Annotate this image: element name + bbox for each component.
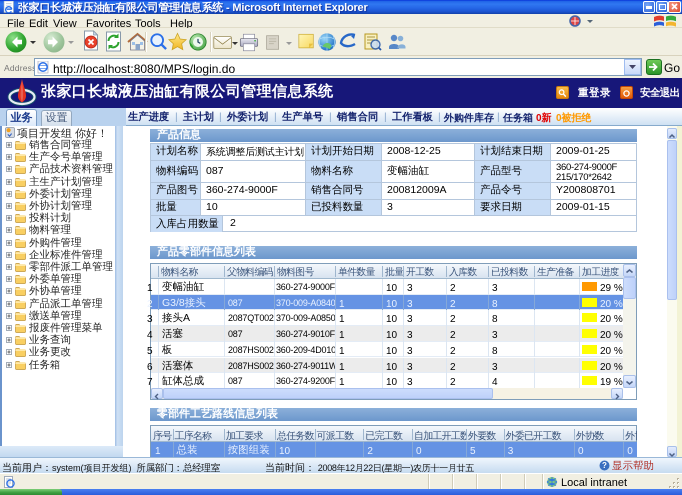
svg-text:?: ? (602, 461, 607, 471)
